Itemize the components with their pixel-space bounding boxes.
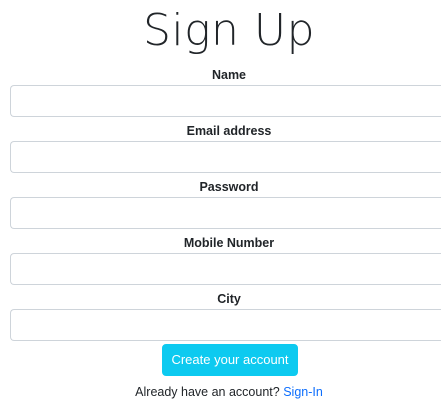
password-input[interactable] <box>10 197 441 229</box>
email-label: Email address <box>186 124 272 138</box>
create-account-button[interactable]: Create your account <box>162 344 298 376</box>
mobile-input[interactable] <box>10 253 441 285</box>
city-field-group: City <box>0 291 441 341</box>
city-label: City <box>217 292 241 306</box>
page-title: Sign Up <box>142 5 316 56</box>
signin-prompt-text: Already have an account? <box>135 385 284 399</box>
mobile-label: Mobile Number <box>183 236 275 250</box>
name-label: Name <box>211 68 247 82</box>
email-field-group: Email address <box>0 123 441 173</box>
signup-page: Sign Up Name Email address Password Mobi… <box>0 0 441 401</box>
name-field-group: Name <box>0 67 441 117</box>
password-field-group: Password <box>0 179 441 229</box>
email-input[interactable] <box>10 141 441 173</box>
name-input[interactable] <box>10 85 441 117</box>
city-input[interactable] <box>10 309 441 341</box>
password-label: Password <box>199 180 259 194</box>
signin-prompt: Already have an account? Sign-In <box>0 384 441 401</box>
signin-link[interactable]: Sign-In <box>283 385 323 399</box>
mobile-field-group: Mobile Number <box>0 235 441 285</box>
